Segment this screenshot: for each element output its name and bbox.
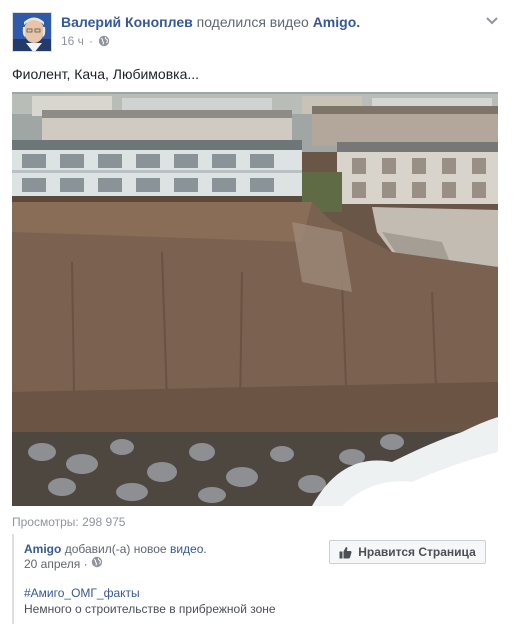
like-page-button[interactable]: Нравится Страница	[329, 540, 486, 564]
video-link[interactable]: видео	[170, 542, 203, 556]
video-player[interactable]: Amigo Новости	[12, 92, 498, 506]
source-page-link[interactable]: Amigo	[24, 542, 61, 556]
post-timestamp[interactable]: 16 ч	[61, 34, 84, 48]
post-headline: Валерий Коноплев поделился видео Amigo.	[61, 13, 360, 31]
chevron-down-icon[interactable]	[485, 14, 499, 26]
attachment-separator: ·	[83, 557, 88, 571]
video-description: Немного о строительстве в прибрежной зон…	[24, 602, 276, 616]
video-frame	[12, 92, 498, 506]
period-text: .	[203, 542, 207, 556]
video-watermark: Amigo Новости	[409, 490, 490, 502]
view-count: Просмотры: 298 975	[12, 515, 126, 529]
feed-post: Валерий Коноплев поделился видео Amigo. …	[0, 0, 513, 632]
shared-page-link[interactable]: Amigo.	[313, 14, 360, 30]
action-text: поделился видео	[196, 14, 309, 30]
post-text: Фиолент, Кача, Любимовка...	[12, 66, 200, 82]
hashtag-link[interactable]: #Амиго_ОМГ_факты	[24, 586, 140, 600]
speaker-muted-icon[interactable]	[466, 472, 484, 488]
author-avatar[interactable]	[12, 12, 52, 52]
attachment-meta: 20 апреля ·	[24, 556, 103, 571]
author-name-link[interactable]: Валерий Коноплев	[61, 14, 193, 30]
like-page-label: Нравится Страница	[358, 545, 476, 559]
post-meta: 16 ч ·	[61, 34, 110, 48]
globe-icon[interactable]	[98, 35, 110, 47]
attachment-date[interactable]: 20 апреля	[24, 557, 80, 571]
attachment-headline: Amigo добавил(-а) новое видео.	[24, 541, 207, 557]
globe-icon[interactable]	[91, 556, 103, 568]
meta-separator: ·	[88, 34, 93, 48]
thumbs-up-icon	[339, 546, 352, 559]
added-text: добавил(-а) новое	[64, 542, 167, 556]
